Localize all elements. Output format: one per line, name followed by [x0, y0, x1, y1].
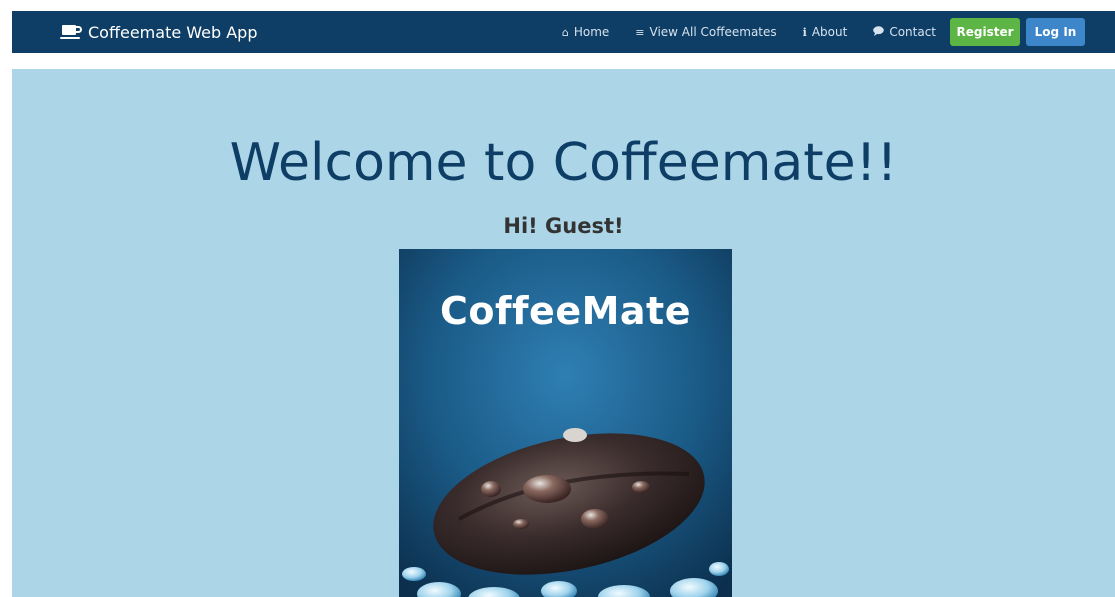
coffeemate-cover-image: CoffeeMate: [399, 249, 732, 597]
info-icon: i: [802, 25, 807, 39]
nav-home[interactable]: ⌂ Home: [562, 25, 609, 39]
nav-about-label: About: [811, 25, 848, 39]
nav-view-all-label: View All Coffeemates: [649, 25, 777, 39]
nav-contact-label: Contact: [889, 25, 936, 39]
brand-link[interactable]: Coffeemate Web App: [60, 22, 258, 42]
brand-label: Coffeemate Web App: [88, 22, 258, 42]
top-navbar: Coffeemate Web App ⌂ Home ≡ View All Cof…: [12, 11, 1115, 53]
home-icon: ⌂: [561, 25, 569, 39]
cover-title-text: CoffeeMate: [440, 289, 691, 333]
coffee-cup-icon: [60, 22, 82, 42]
comment-icon: [873, 25, 885, 39]
hero-section: Welcome to Coffeemate!! Hi! Guest! Coffe…: [12, 69, 1115, 597]
nav-about[interactable]: i About: [803, 25, 848, 39]
login-button[interactable]: Log In: [1026, 18, 1085, 46]
nav-contact[interactable]: Contact: [873, 25, 936, 39]
nav-view-all-coffeemates[interactable]: ≡ View All Coffeemates: [635, 25, 776, 39]
list-icon: ≡: [635, 25, 645, 39]
register-button[interactable]: Register: [950, 18, 1020, 46]
nav-home-label: Home: [573, 25, 610, 39]
page-title: Welcome to Coffeemate!!: [229, 133, 898, 193]
page: Coffeemate Web App ⌂ Home ≡ View All Cof…: [0, 0, 1115, 597]
greeting-text: Hi! Guest!: [503, 214, 624, 238]
nav-links: ⌂ Home ≡ View All Coffeemates i About Co…: [536, 11, 1115, 53]
